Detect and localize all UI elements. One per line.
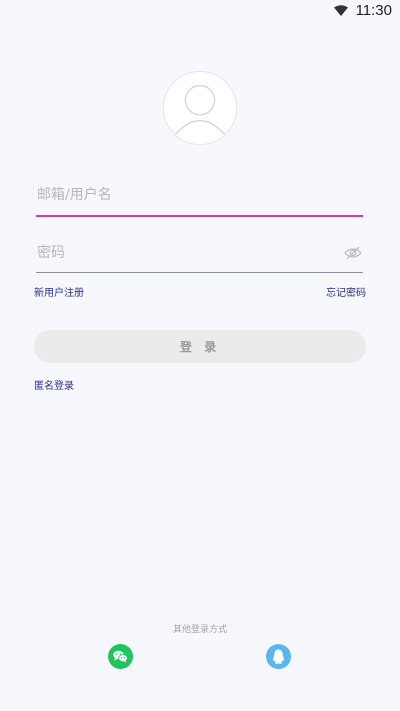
- email-field-container: [36, 180, 363, 217]
- user-icon: [173, 84, 227, 137]
- qq-login-button[interactable]: [266, 644, 291, 669]
- anonymous-login-link[interactable]: 匿名登录: [34, 377, 74, 392]
- email-input[interactable]: [37, 180, 327, 210]
- other-login-title: 其他登录方式: [172, 625, 227, 635]
- login-button[interactable]: 登 录: [34, 330, 366, 363]
- clock: 11:30: [355, 2, 392, 19]
- register-link[interactable]: 新用户注册: [34, 284, 84, 299]
- qq-icon: [273, 649, 284, 664]
- password-field-container: [36, 238, 363, 273]
- avatar[interactable]: [163, 71, 237, 145]
- forgot-password-link[interactable]: 忘记密码: [326, 284, 366, 299]
- wifi-icon: [334, 5, 348, 16]
- eye-off-icon[interactable]: [344, 246, 362, 260]
- status-bar: 11:30: [0, 0, 400, 24]
- password-input[interactable]: [37, 238, 327, 268]
- wechat-icon: [113, 650, 128, 663]
- wechat-login-button[interactable]: [108, 644, 133, 669]
